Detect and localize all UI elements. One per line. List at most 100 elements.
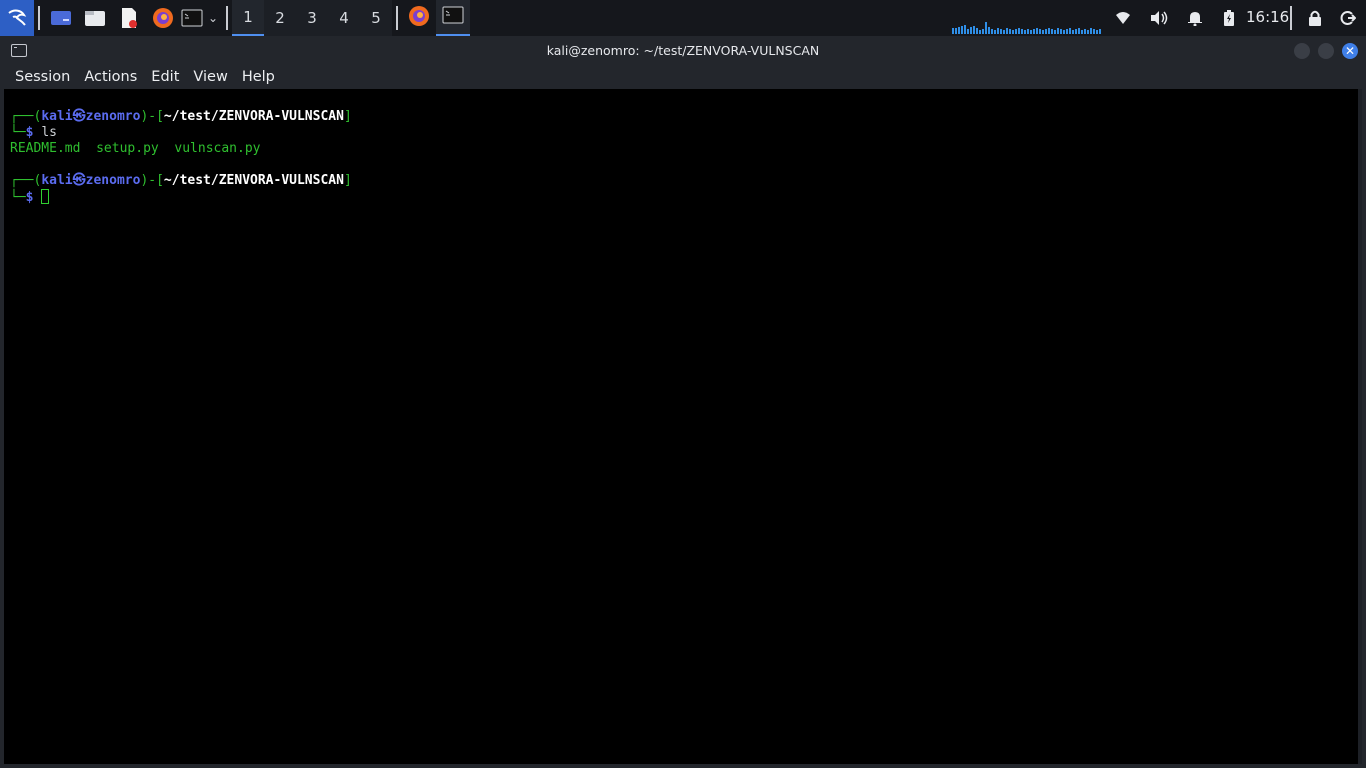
prompt-frame: ┌──( (10, 109, 42, 124)
workspace-label: 4 (339, 9, 349, 27)
prompt-frame: └─ (10, 190, 26, 205)
graph-bar (1012, 30, 1014, 34)
graph-bar (988, 27, 990, 34)
workspace-1[interactable]: 1 (232, 0, 264, 36)
graph-bar (985, 22, 987, 34)
graph-bar (1000, 29, 1002, 34)
bell-icon[interactable] (1184, 0, 1206, 36)
graph-bar (955, 28, 957, 34)
graph-bar (958, 27, 960, 34)
graph-bar (964, 25, 966, 34)
command-line: └─$ (10, 189, 50, 205)
taskbar-terminal[interactable] (436, 0, 470, 36)
prompt-frame: ] (343, 109, 352, 124)
prompt-user: kali (41, 109, 73, 124)
graph-bar (1084, 29, 1086, 34)
prompt-line: ┌──(kali㉿zenomro)-[~/test/ZENVORA-VULNSC… (10, 109, 352, 125)
graph-bar (1030, 30, 1032, 34)
window-border-bottom (0, 764, 1366, 768)
volume-icon[interactable] (1148, 0, 1170, 36)
menu-edit[interactable]: Edit (144, 69, 186, 85)
wifi-icon[interactable] (1112, 0, 1134, 36)
graph-bar (1093, 29, 1095, 34)
workspace-3[interactable]: 3 (296, 0, 328, 36)
graph-bar (1027, 29, 1029, 34)
graph-bar (991, 29, 993, 34)
logout-icon[interactable] (1337, 0, 1359, 36)
close-icon: ✕ (1344, 44, 1356, 58)
graph-bar (1075, 29, 1077, 34)
menu-session[interactable]: Session (8, 69, 77, 85)
firefox-icon[interactable] (146, 0, 180, 36)
graph-bar (1060, 29, 1062, 34)
prompt-frame: └─ (10, 125, 26, 140)
graph-bar (994, 30, 996, 34)
top-panel: ⌄ 1 2 3 4 5 16:16 (0, 0, 1366, 36)
graph-bar (1081, 30, 1083, 34)
graph-bar (1036, 28, 1038, 34)
graph-bar (1039, 29, 1041, 34)
file-manager-icon[interactable] (78, 0, 112, 36)
prompt-at: ㉿ (72, 109, 86, 124)
graph-bar (997, 28, 999, 34)
text-editor-icon[interactable] (112, 0, 146, 36)
taskbar-firefox[interactable] (402, 0, 436, 36)
graph-bar (967, 29, 969, 34)
desktop-icon[interactable] (44, 0, 78, 36)
menu-help[interactable]: Help (235, 69, 282, 85)
battery-icon[interactable] (1220, 0, 1238, 36)
window-border-right (1362, 89, 1366, 768)
menu-view[interactable]: View (186, 69, 234, 85)
workspace-5[interactable]: 5 (360, 0, 392, 36)
graph-bar (1003, 30, 1005, 34)
menu-actions[interactable]: Actions (77, 69, 144, 85)
graph-bar (1066, 29, 1068, 34)
menu-bar: Session Actions Edit View Help (0, 65, 1366, 89)
file-entry: setup.py (96, 141, 159, 156)
graph-bar (976, 28, 978, 34)
graph-bar (1096, 30, 1098, 34)
prompt-frame: ] (343, 173, 352, 188)
terminal-icon[interactable] (180, 0, 204, 36)
prompt-host: zenomro (85, 109, 141, 124)
graph-bar (1087, 30, 1089, 34)
terminal-area[interactable] (4, 89, 1358, 764)
graph-bar (1072, 30, 1074, 34)
graph-bar (1090, 28, 1092, 34)
graph-bar (1051, 29, 1053, 34)
graph-bar (1006, 28, 1008, 34)
graph-bar (952, 28, 954, 34)
prompt-user: kali (41, 173, 73, 188)
workspace-2[interactable]: 2 (264, 0, 296, 36)
minimize-button[interactable] (1294, 43, 1310, 59)
window-title: kali@zenomro: ~/test/ZENVORA-VULNSCAN (546, 43, 820, 58)
graph-bar (1033, 29, 1035, 34)
maximize-button[interactable] (1318, 43, 1334, 59)
chevron-down-icon[interactable]: ⌄ (204, 0, 222, 36)
clock[interactable]: 16:16 (1246, 0, 1289, 36)
workspace-label: 1 (243, 8, 253, 26)
network-monitor-graph (952, 16, 1104, 34)
prompt-frame: )-[ (140, 109, 164, 124)
workspace-label: 5 (371, 9, 381, 27)
graph-bar (1024, 30, 1026, 34)
kali-menu-icon[interactable] (0, 0, 34, 36)
graph-bar (1042, 30, 1044, 34)
close-button[interactable]: ✕ (1342, 43, 1358, 59)
prompt-line: ┌──(kali㉿zenomro)-[~/test/ZENVORA-VULNSC… (10, 173, 352, 189)
workspace-4[interactable]: 4 (328, 0, 360, 36)
command-text: ls (41, 125, 57, 140)
command-line: └─$ ls (10, 125, 57, 141)
panel-separator (396, 6, 398, 30)
prompt-at: ㉿ (72, 173, 86, 188)
graph-bar (961, 26, 963, 34)
file-entry: README.md (10, 141, 81, 156)
prompt-cwd: ~/test/ZENVORA-VULNSCAN (163, 109, 344, 124)
workspace-label: 2 (275, 9, 285, 27)
window-titlebar[interactable]: kali@zenomro: ~/test/ZENVORA-VULNSCAN ✕ (0, 36, 1366, 65)
graph-bar (979, 30, 981, 34)
prompt-frame: )-[ (140, 173, 164, 188)
graph-bar (1015, 29, 1017, 34)
lock-icon[interactable] (1304, 0, 1326, 36)
panel-separator (226, 6, 228, 30)
